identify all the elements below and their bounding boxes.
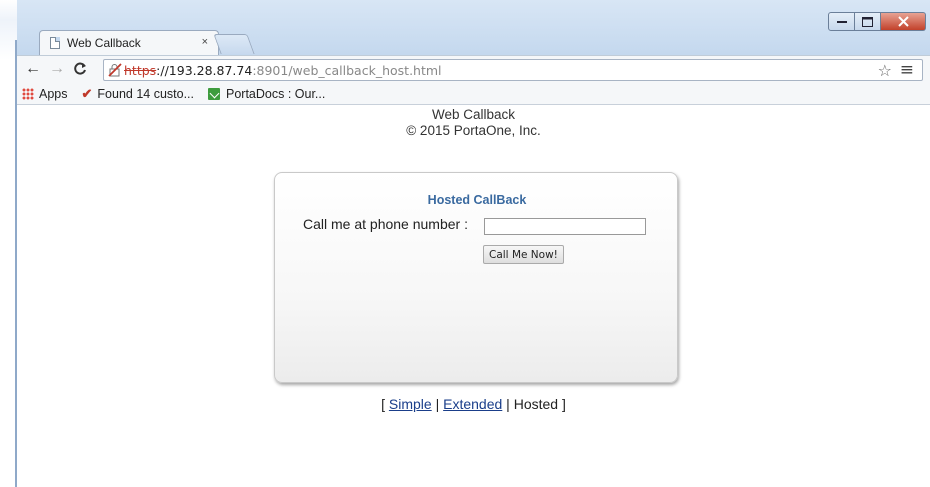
bookmark-portadocs[interactable]: PortaDocs : Our... bbox=[208, 87, 325, 101]
hosted-mode-current: Hosted bbox=[513, 396, 559, 412]
apps-grid-icon bbox=[22, 87, 34, 100]
phone-number-input[interactable] bbox=[484, 218, 646, 235]
bookmark-label: Apps bbox=[39, 86, 68, 101]
back-arrow-icon[interactable]: ← bbox=[25, 60, 41, 78]
portadocs-icon bbox=[208, 87, 220, 100]
mode-bracket-close: ] bbox=[558, 396, 566, 412]
extended-mode-link[interactable]: Extended bbox=[443, 396, 502, 412]
bookmark-found-customers[interactable]: ✔ Found 14 custo... bbox=[82, 86, 195, 102]
bookmark-apps[interactable]: Apps bbox=[22, 87, 68, 101]
maximize-button[interactable] bbox=[855, 12, 881, 31]
copyright-text: © 2015 PortaOne, Inc. bbox=[406, 123, 541, 138]
reload-glyph bbox=[74, 62, 86, 75]
checkmark-icon: ✔ bbox=[81, 85, 93, 101]
call-me-now-button[interactable]: Call Me Now! bbox=[483, 245, 564, 264]
tab-close-icon[interactable]: × bbox=[202, 36, 208, 48]
bookmark-label: Found 14 custo... bbox=[97, 86, 194, 101]
page-content: Web Callback © 2015 PortaOne, Inc. Hoste… bbox=[17, 105, 930, 487]
bookmark-star-icon[interactable]: ☆ bbox=[878, 61, 892, 80]
insecure-lock-icon bbox=[108, 63, 122, 77]
close-icon bbox=[897, 16, 909, 27]
callback-card: Hosted CallBack Call me at phone number … bbox=[274, 172, 678, 383]
url-path: :8901/web_callback_host.html bbox=[252, 62, 442, 78]
phone-label: Call me at phone number : bbox=[303, 216, 468, 232]
bookmark-label: PortaDocs : Our... bbox=[226, 86, 326, 101]
tab-title: Web Callback bbox=[67, 36, 141, 50]
mode-bracket-open: [ bbox=[381, 396, 389, 412]
url-scheme: https bbox=[124, 62, 157, 78]
mode-separator: | bbox=[431, 396, 444, 412]
page-title: Web Callback bbox=[431, 107, 516, 122]
bookmarks-bar: Apps ✔ Found 14 custo... PortaDocs : Our… bbox=[17, 83, 930, 105]
reload-icon[interactable] bbox=[73, 60, 87, 81]
close-window-button[interactable] bbox=[881, 12, 926, 31]
minimize-button[interactable] bbox=[828, 12, 855, 31]
new-tab-button[interactable] bbox=[213, 34, 255, 54]
card-title: Hosted CallBack bbox=[427, 193, 527, 207]
tab-strip: Web Callback × bbox=[17, 0, 930, 55]
tab-web-callback[interactable]: Web Callback × bbox=[39, 30, 219, 55]
forward-arrow-icon[interactable]: → bbox=[49, 60, 65, 78]
url-host: ://193.28.87.74 bbox=[156, 62, 253, 78]
mode-switcher: [ Simple | Extended | Hosted ] bbox=[17, 396, 930, 412]
maximize-icon bbox=[862, 16, 873, 27]
address-bar[interactable]: https://193.28.87.74:8901/web_callback_h… bbox=[103, 59, 923, 81]
simple-mode-link[interactable]: Simple bbox=[389, 396, 432, 412]
window-controls bbox=[828, 12, 926, 31]
menu-icon[interactable]: ≡ bbox=[900, 60, 914, 80]
page-icon bbox=[50, 37, 60, 49]
minimize-icon bbox=[836, 20, 847, 23]
mode-separator: | bbox=[502, 396, 514, 412]
browser-toolbar: ← → https://193.28.87.74:8901/web_callba… bbox=[17, 55, 930, 83]
